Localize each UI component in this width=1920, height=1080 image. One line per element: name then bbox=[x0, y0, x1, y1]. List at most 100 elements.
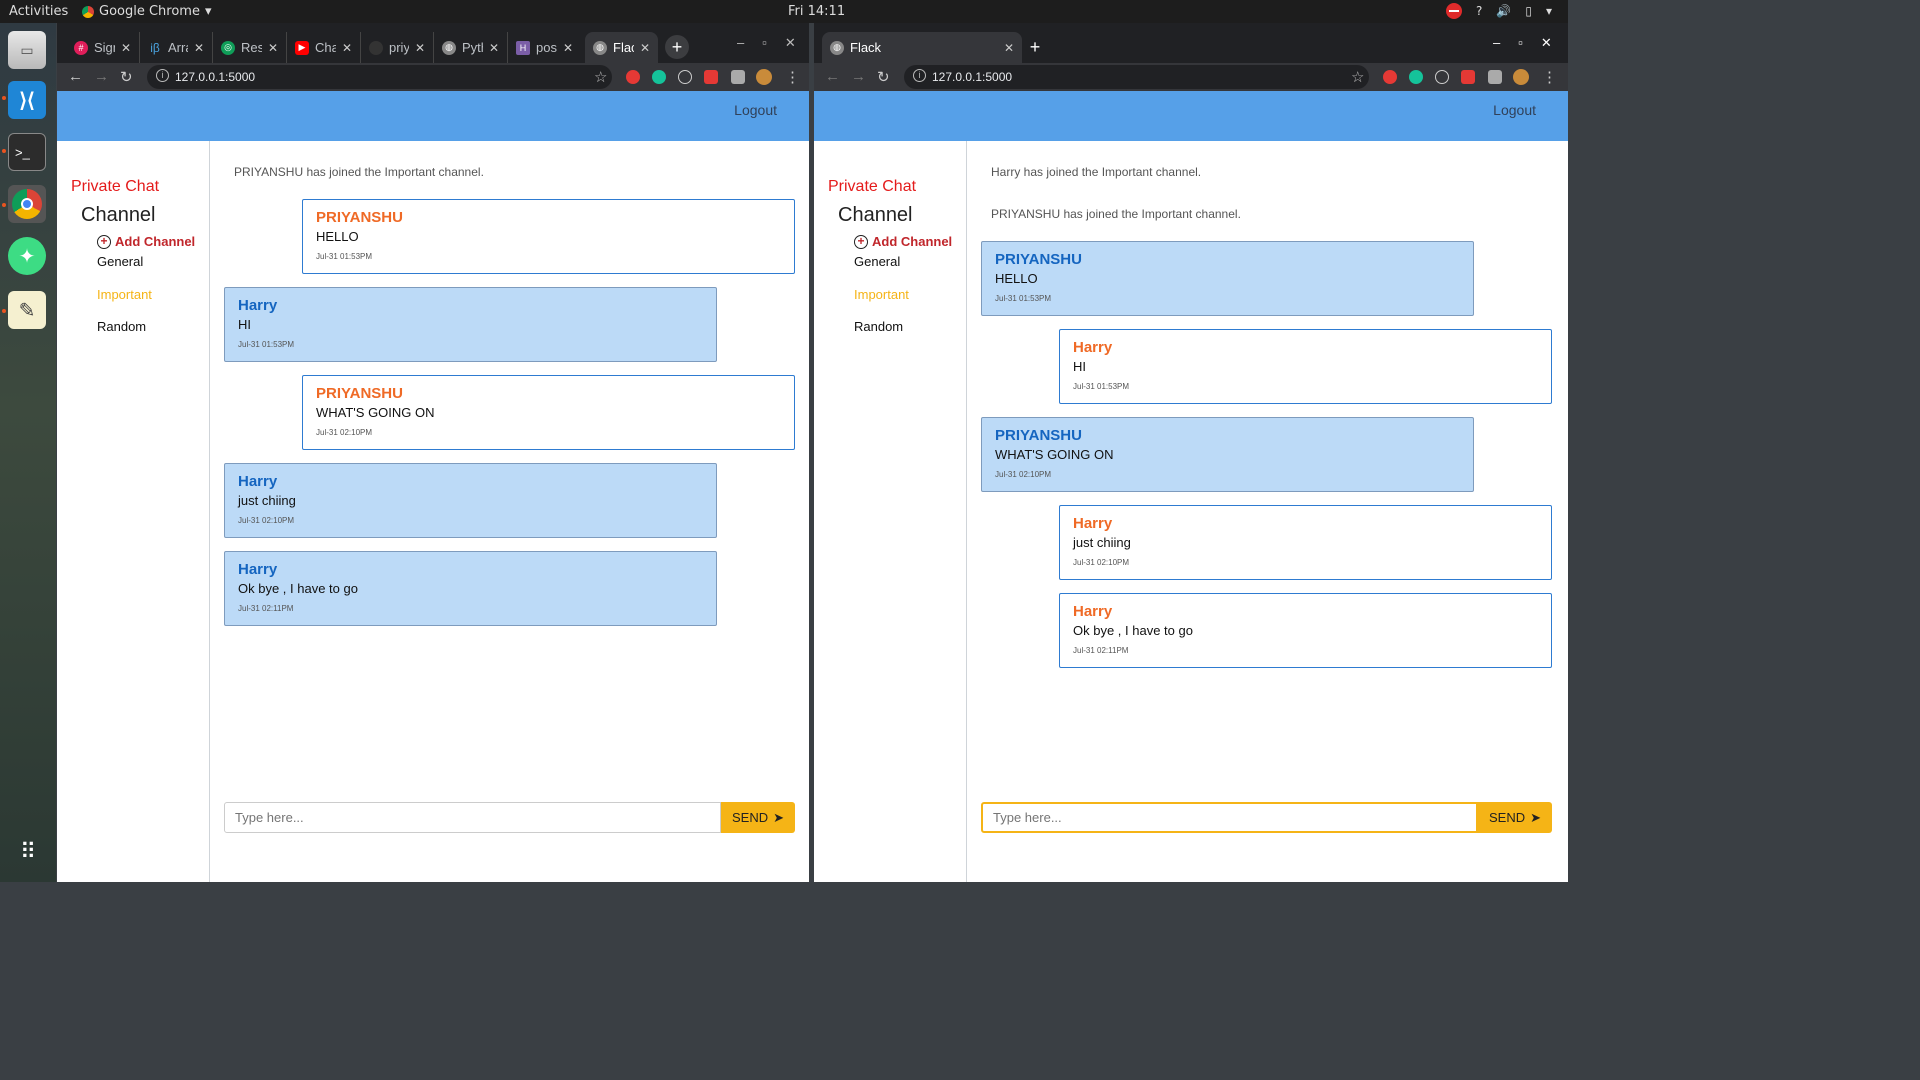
logout-link[interactable]: Logout bbox=[1493, 102, 1536, 118]
forward-icon[interactable]: → bbox=[94, 68, 109, 85]
maximize-icon[interactable]: ▫ bbox=[1518, 35, 1523, 51]
close-icon[interactable]: ✕ bbox=[1541, 35, 1552, 51]
extension-react-icon[interactable] bbox=[1435, 70, 1449, 84]
extension-mail-icon[interactable] bbox=[704, 70, 718, 84]
do-not-disturb-icon[interactable] bbox=[1446, 3, 1463, 19]
android-studio-icon[interactable]: ✦ bbox=[8, 237, 46, 275]
address-bar[interactable]: i 127.0.0.1:5000 bbox=[904, 65, 1369, 89]
reload-icon[interactable]: ↻ bbox=[877, 68, 890, 86]
channel-item-random[interactable]: Random bbox=[854, 319, 903, 334]
bookmark-star-icon[interactable]: ☆ bbox=[594, 68, 607, 86]
menu-kebab-icon[interactable]: ⋮ bbox=[785, 68, 800, 86]
close-icon[interactable]: ✕ bbox=[342, 41, 352, 55]
message-bubble: PRIYANSHU WHAT'S GOING ON Jul-31 02:10PM bbox=[302, 375, 795, 450]
message-author: PRIYANSHU bbox=[316, 209, 403, 226]
terminal-icon[interactable]: >_ bbox=[8, 133, 46, 171]
send-button[interactable]: SEND ➤ bbox=[1478, 802, 1552, 833]
back-icon[interactable]: ← bbox=[68, 68, 83, 85]
add-channel-button[interactable]: + Add Channel bbox=[97, 234, 195, 249]
extension-grammarly-icon[interactable] bbox=[1409, 70, 1423, 84]
tab-postman[interactable]: Hpost✕ bbox=[507, 32, 581, 63]
new-tab-button[interactable]: + bbox=[665, 35, 689, 59]
tab-flack[interactable]: ◍Flac✕ bbox=[585, 32, 658, 63]
flack-page: Logout Private Chat Channel + Add Channel… bbox=[57, 91, 809, 882]
close-icon[interactable]: ✕ bbox=[640, 41, 650, 55]
tab-github[interactable]: priy ✕ bbox=[360, 32, 433, 63]
volume-icon[interactable]: 🔊 bbox=[1496, 4, 1511, 18]
paper-plane-icon: ➤ bbox=[1530, 809, 1542, 825]
system-tray[interactable]: ? 🔊 ▯ ▾ bbox=[1446, 3, 1552, 19]
info-icon[interactable]: i bbox=[913, 69, 926, 82]
send-button[interactable]: SEND ➤ bbox=[721, 802, 795, 833]
maximize-icon[interactable]: ▫ bbox=[762, 35, 767, 51]
message-time: Jul-31 02:10PM bbox=[995, 470, 1052, 479]
channel-item-random[interactable]: Random bbox=[97, 319, 146, 334]
logout-link[interactable]: Logout bbox=[734, 102, 777, 118]
message-input[interactable] bbox=[981, 802, 1478, 833]
chevron-down-icon[interactable]: ▾ bbox=[1546, 4, 1552, 18]
grid-icon[interactable]: ⠿ bbox=[8, 833, 46, 871]
tab-python[interactable]: ◍Pyth✕ bbox=[433, 32, 507, 63]
github-icon bbox=[369, 40, 383, 55]
menu-kebab-icon[interactable]: ⋮ bbox=[1542, 68, 1557, 86]
channel-item-general[interactable]: General bbox=[97, 254, 143, 269]
close-icon[interactable]: ✕ bbox=[785, 35, 796, 51]
url-text: 127.0.0.1:5000 bbox=[175, 70, 256, 84]
bookmark-star-icon[interactable]: ☆ bbox=[1351, 68, 1364, 86]
tab-strip: #Sign✕ iβArra✕ ◎Resi✕ ▶Cha✕ priy✕ ◍Pyth✕… bbox=[57, 23, 809, 63]
message-time: Jul-31 02:10PM bbox=[238, 516, 295, 525]
extension-react-icon[interactable] bbox=[678, 70, 692, 84]
extension-adblock-icon[interactable] bbox=[1383, 70, 1397, 84]
activities-button[interactable]: Activities bbox=[9, 4, 68, 19]
minimize-icon[interactable]: – bbox=[737, 35, 744, 51]
extension-mail-icon[interactable] bbox=[1461, 70, 1475, 84]
extension-adblock-icon[interactable] bbox=[626, 70, 640, 84]
message-text: HELLO bbox=[995, 271, 1038, 286]
extensions-puzzle-icon[interactable] bbox=[731, 70, 745, 84]
info-icon[interactable]: i bbox=[156, 69, 169, 82]
text-editor-icon[interactable]: ✎ bbox=[8, 291, 46, 329]
tab-resume[interactable]: ◎Resi✕ bbox=[212, 32, 286, 63]
back-icon[interactable]: ← bbox=[825, 68, 840, 85]
minimize-icon[interactable]: – bbox=[1493, 35, 1500, 51]
brand-title[interactable]: Private Chat bbox=[828, 178, 916, 196]
close-icon[interactable]: ✕ bbox=[489, 41, 499, 55]
join-notice: PRIYANSHU has joined the Important chann… bbox=[991, 207, 1241, 221]
profile-avatar[interactable] bbox=[1513, 69, 1529, 85]
close-icon[interactable]: ✕ bbox=[415, 41, 425, 55]
close-icon[interactable]: ✕ bbox=[1004, 41, 1014, 55]
help-icon[interactable]: ? bbox=[1476, 4, 1482, 18]
tab-flack[interactable]: ◍ Flack ✕ bbox=[822, 32, 1022, 63]
brand-title[interactable]: Private Chat bbox=[71, 178, 159, 196]
address-bar[interactable]: i 127.0.0.1:5000 bbox=[147, 65, 612, 89]
reload-icon[interactable]: ↻ bbox=[120, 68, 133, 86]
extension-grammarly-icon[interactable] bbox=[652, 70, 666, 84]
chrome-icon[interactable] bbox=[8, 185, 46, 223]
channel-item-important[interactable]: Important bbox=[97, 287, 152, 302]
tab-interviewbit[interactable]: iβArra✕ bbox=[139, 32, 212, 63]
tab-slack[interactable]: #Sign✕ bbox=[66, 32, 139, 63]
close-icon[interactable]: ✕ bbox=[268, 41, 278, 55]
channel-item-important[interactable]: Important bbox=[854, 287, 909, 302]
clock[interactable]: Fri 14:11 bbox=[788, 4, 845, 19]
close-icon[interactable]: ✕ bbox=[121, 41, 131, 55]
add-channel-button[interactable]: + Add Channel bbox=[854, 234, 952, 249]
files-icon[interactable]: ▭ bbox=[8, 31, 46, 69]
battery-icon[interactable]: ▯ bbox=[1525, 4, 1532, 18]
channel-item-general[interactable]: General bbox=[854, 254, 900, 269]
message-input[interactable] bbox=[224, 802, 721, 833]
close-icon[interactable]: ✕ bbox=[563, 41, 573, 55]
app-menu[interactable]: Google Chrome ▾ bbox=[82, 4, 212, 19]
extensions-puzzle-icon[interactable] bbox=[1488, 70, 1502, 84]
forward-icon[interactable]: → bbox=[851, 68, 866, 85]
message-bubble: PRIYANSHU HELLO Jul-31 01:53PM bbox=[981, 241, 1474, 316]
message-time: Jul-31 02:11PM bbox=[1073, 646, 1129, 655]
vscode-icon[interactable]: ⟩⟨ bbox=[8, 81, 46, 119]
globe-icon: ◎ bbox=[221, 40, 235, 55]
close-icon[interactable]: ✕ bbox=[194, 41, 204, 55]
message-author: Harry bbox=[238, 561, 278, 578]
new-tab-button[interactable]: + bbox=[1023, 35, 1047, 59]
message-time: Jul-31 02:11PM bbox=[238, 604, 294, 613]
tab-youtube[interactable]: ▶Cha✕ bbox=[286, 32, 360, 63]
profile-avatar[interactable] bbox=[756, 69, 772, 85]
